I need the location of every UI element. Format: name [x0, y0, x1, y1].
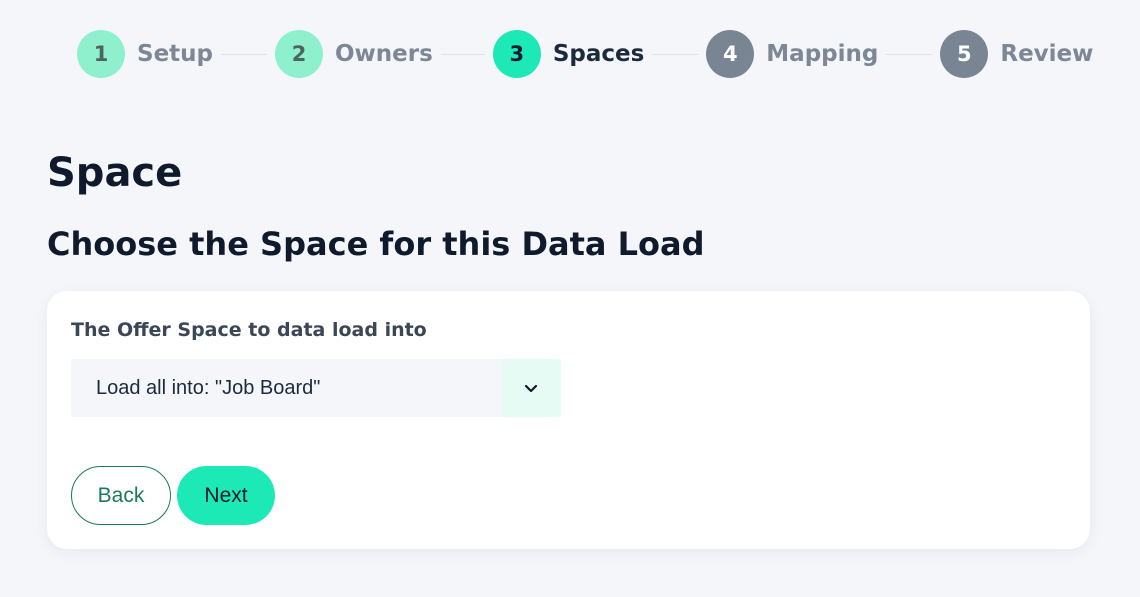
- step-spaces[interactable]: 3 Spaces: [492, 30, 645, 78]
- next-button[interactable]: Next: [177, 466, 275, 525]
- chevron-down-icon[interactable]: [501, 359, 561, 417]
- step-number: 1: [77, 30, 125, 78]
- step-connector: [652, 53, 699, 55]
- step-number: 5: [940, 30, 989, 78]
- step-label: Mapping: [766, 41, 879, 67]
- step-connector: [886, 53, 933, 55]
- space-select-value: Load all into: "Job Board": [96, 376, 321, 399]
- space-field-label: The Offer Space to data load into: [71, 319, 427, 341]
- step-label: Review: [1000, 41, 1094, 67]
- step-mapping[interactable]: 4 Mapping: [706, 30, 878, 78]
- wizard-stepper: 1 Setup 2 Owners 3 Spaces 4 Mapping 5 Re…: [77, 30, 1093, 78]
- page-title: Space: [47, 150, 183, 196]
- step-number: 2: [275, 30, 323, 78]
- step-label: Spaces: [552, 41, 645, 67]
- step-connector: [440, 53, 485, 55]
- page-subtitle: Choose the Space for this Data Load: [47, 225, 705, 263]
- step-number: 4: [706, 30, 755, 78]
- step-setup[interactable]: 1 Setup: [77, 30, 213, 78]
- space-select[interactable]: Load all into: "Job Board": [71, 359, 561, 417]
- step-number: 3: [492, 30, 541, 78]
- step-owners[interactable]: 2 Owners: [275, 30, 433, 78]
- step-label: Owners: [335, 41, 433, 67]
- step-label: Setup: [137, 41, 213, 67]
- back-button[interactable]: Back: [71, 466, 171, 525]
- step-connector: [221, 53, 267, 55]
- space-selection-card: The Offer Space to data load into Load a…: [47, 291, 1090, 549]
- step-review[interactable]: 5 Review: [940, 30, 1093, 78]
